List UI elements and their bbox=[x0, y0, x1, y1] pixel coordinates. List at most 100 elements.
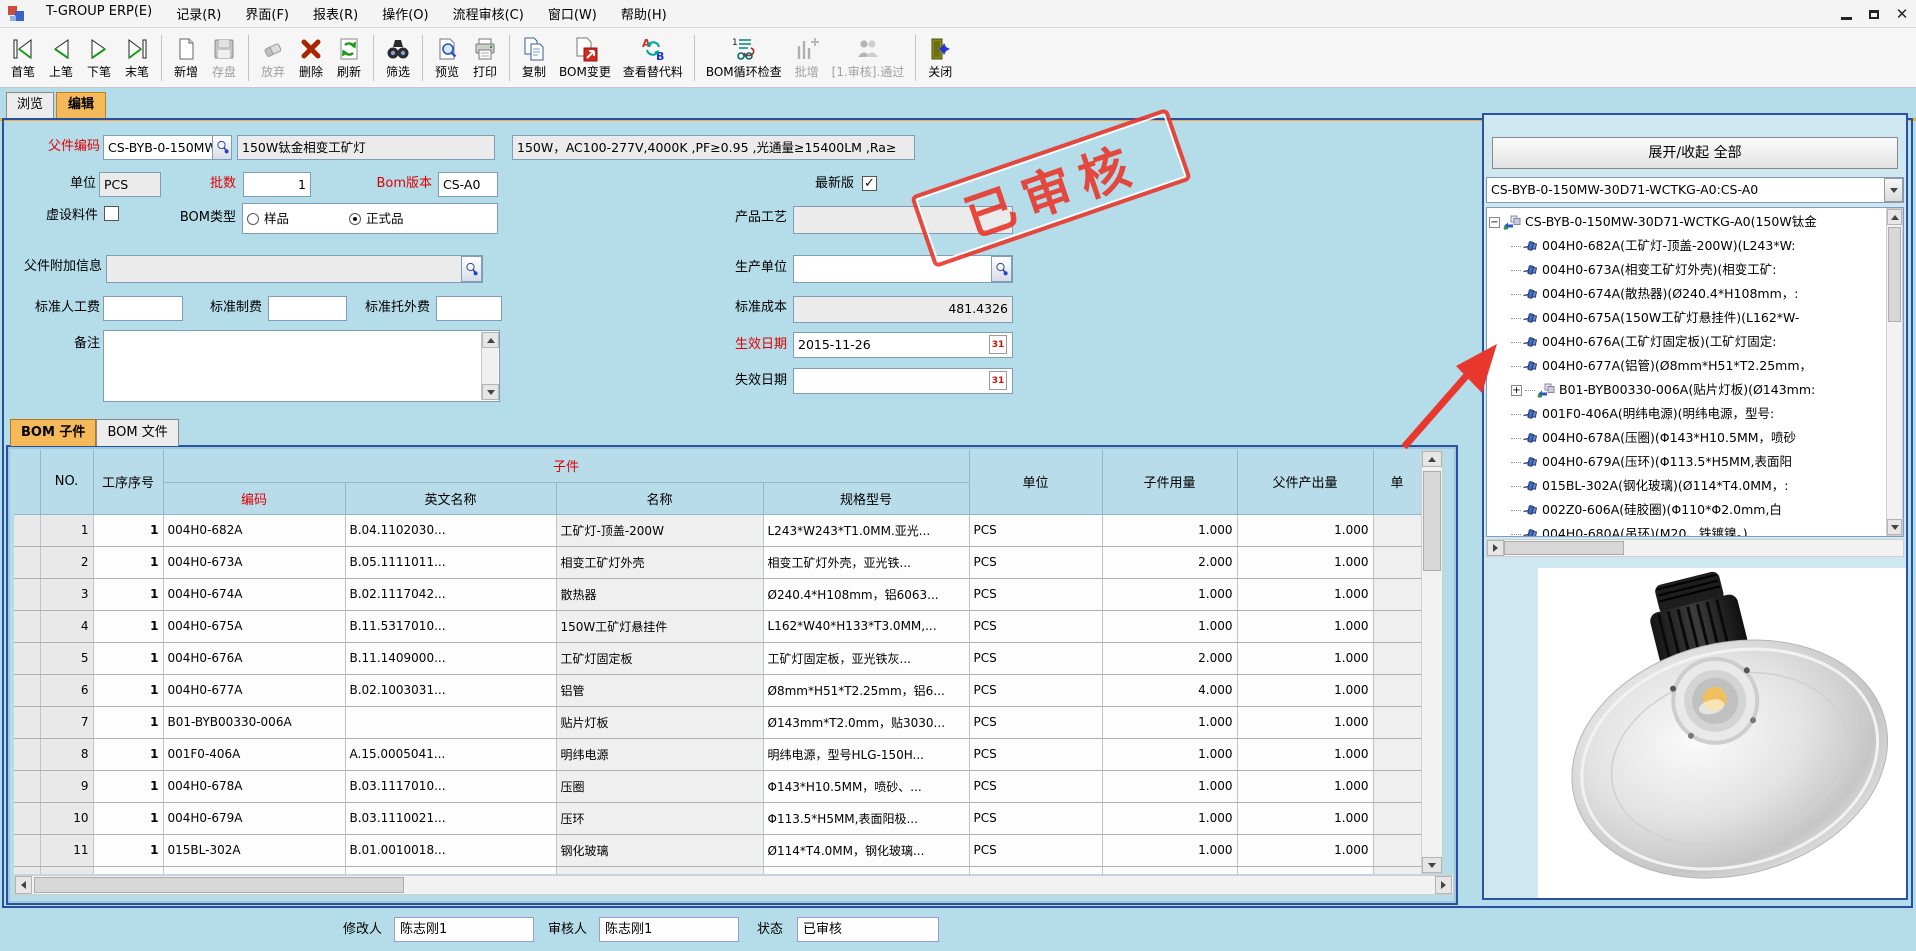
row-seq-cell[interactable]: 1 bbox=[93, 770, 163, 802]
row-spec-cell[interactable]: L162*W40*H133*T3.0MM,... bbox=[763, 610, 969, 642]
expire-date-field[interactable] bbox=[793, 368, 1013, 394]
row-parent-qty-cell[interactable]: 1.000 bbox=[1237, 610, 1373, 642]
tab-browse[interactable]: 浏览 bbox=[6, 92, 54, 118]
row-selector-cell[interactable] bbox=[14, 642, 40, 674]
scrollbar-thumb[interactable] bbox=[1423, 471, 1441, 571]
row-qty-cell[interactable]: 1.000 bbox=[1102, 802, 1237, 834]
row-extra-cell[interactable] bbox=[1373, 514, 1421, 546]
scroll-up-button[interactable] bbox=[1887, 209, 1902, 225]
row-name-cell[interactable]: 150W工矿灯悬挂件 bbox=[556, 610, 763, 642]
scroll-right-button[interactable] bbox=[1487, 540, 1504, 556]
row-spec-cell[interactable]: Φ113.5*H5MM,表面阳极... bbox=[763, 802, 969, 834]
scroll-left-button[interactable] bbox=[15, 876, 32, 894]
row-seq-cell[interactable]: 1 bbox=[93, 610, 163, 642]
minimize-button[interactable] bbox=[1838, 6, 1854, 22]
scroll-right-button[interactable] bbox=[1435, 876, 1452, 894]
row-extra-cell[interactable] bbox=[1373, 802, 1421, 834]
row-spec-cell[interactable]: L243*W243*T1.0MM.亚光... bbox=[763, 514, 969, 546]
toolbar-prev-button[interactable]: 上笔 bbox=[43, 30, 79, 86]
row-unit-cell[interactable]: PCS bbox=[969, 578, 1102, 610]
row-parent-qty-cell[interactable]: 1.000 bbox=[1237, 706, 1373, 738]
row-extra-cell[interactable] bbox=[1373, 866, 1421, 874]
table-row[interactable]: 10 1 004H0-679A B.03.1110021... 压环 Φ113.… bbox=[14, 802, 1421, 834]
row-selector-cell[interactable] bbox=[14, 706, 40, 738]
row-code-cell[interactable]: 004H0-679A bbox=[163, 802, 345, 834]
row-parent-qty-cell[interactable]: 1.000 bbox=[1237, 642, 1373, 674]
tree-node[interactable]: 002Z0-606A(硅胶圈)(Φ110*Φ2.0mm,白 bbox=[1489, 498, 1885, 522]
row-parent-qty-cell[interactable]: 1.000 bbox=[1237, 514, 1373, 546]
row-en-name-cell[interactable]: A.15.0005041... bbox=[345, 738, 556, 770]
row-name-cell[interactable]: 压圈 bbox=[556, 770, 763, 802]
row-seq-cell[interactable]: 1 bbox=[93, 802, 163, 834]
tree-node[interactable]: CS-BYB-0-150MW-30D71-WCTKG-A0(150W钛金 bbox=[1489, 210, 1885, 234]
row-spec-cell[interactable]: Ø143mm*T2.0mm，贴3030... bbox=[763, 706, 969, 738]
row-code-cell[interactable]: 004H0-673A bbox=[163, 546, 345, 578]
toolbar-close-button[interactable]: 关闭 bbox=[922, 30, 958, 86]
bom-type-formal-radio[interactable]: 正式品 bbox=[349, 211, 404, 226]
tree-node[interactable]: 004H0-673A(相变工矿灯外壳)(相变工矿: bbox=[1489, 258, 1885, 282]
toolbar-filter-button[interactable]: 筛选 bbox=[380, 30, 416, 86]
row-unit-cell[interactable]: PCS bbox=[969, 706, 1102, 738]
calendar-icon[interactable]: 31 bbox=[989, 371, 1007, 390]
outsource-cost-field[interactable] bbox=[436, 296, 502, 321]
row-spec-cell[interactable]: 明纬电源，型号HLG-150H... bbox=[763, 738, 969, 770]
row-unit-cell[interactable]: PCS bbox=[969, 866, 1102, 874]
mfg-cost-field[interactable] bbox=[268, 296, 347, 321]
row-en-name-cell[interactable]: B.03.1117010... bbox=[345, 770, 556, 802]
row-seq-cell[interactable]: 1 bbox=[93, 706, 163, 738]
row-seq-cell[interactable]: 1 bbox=[93, 738, 163, 770]
row-extra-cell[interactable] bbox=[1373, 738, 1421, 770]
row-selector-cell[interactable] bbox=[14, 514, 40, 546]
bom-version-dropdown[interactable]: CS-BYB-0-150MW-30D71-WCTKG-A0:CS-A0 bbox=[1486, 177, 1904, 203]
tree-node[interactable]: 001F0-406A(明纬电源)(明纬电源，型号: bbox=[1489, 402, 1885, 426]
toolbar-view-substitute-button[interactable]: AB 查看替代料 bbox=[618, 30, 688, 86]
tree-node[interactable]: 004H0-678A(压圈)(Φ143*H10.5MM，喷砂 bbox=[1489, 426, 1885, 450]
row-name-cell[interactable]: 钢化玻璃 bbox=[556, 834, 763, 866]
row-parent-qty-cell[interactable]: 1.000 bbox=[1237, 674, 1373, 706]
row-seq-cell[interactable]: 1 bbox=[93, 674, 163, 706]
row-code-cell[interactable]: 002Z0-606A bbox=[163, 866, 345, 874]
row-spec-cell[interactable]: Ø240.4*H108mm，铝6063... bbox=[763, 578, 969, 610]
toolbar-next-button[interactable]: 下笔 bbox=[81, 30, 117, 86]
row-name-cell[interactable]: 相变工矿灯外壳 bbox=[556, 546, 763, 578]
table-horizontal-scrollbar[interactable] bbox=[14, 875, 1454, 895]
row-unit-cell[interactable]: PCS bbox=[969, 834, 1102, 866]
table-row[interactable]: 7 1 B01-BYB00330-006A 贴片灯板 Ø143mm*T2.0mm… bbox=[14, 706, 1421, 738]
row-selector-cell[interactable] bbox=[14, 738, 40, 770]
calendar-icon[interactable]: 31 bbox=[989, 335, 1007, 354]
prod-unit-field[interactable] bbox=[793, 255, 1013, 283]
row-unit-cell[interactable]: PCS bbox=[969, 770, 1102, 802]
row-extra-cell[interactable] bbox=[1373, 706, 1421, 738]
toolbar-bom-change-button[interactable]: BOM变更 bbox=[554, 30, 616, 86]
row-unit-cell[interactable]: PCS bbox=[969, 802, 1102, 834]
tree-node[interactable]: 004H0-677A(铝管)(Ø8mm*H51*T2.25mm， bbox=[1489, 354, 1885, 378]
row-selector-cell[interactable] bbox=[14, 674, 40, 706]
table-row[interactable]: 12 1 002Z0-606A B.10.0540000... 硅胶圈 Φ110… bbox=[14, 866, 1421, 874]
row-unit-cell[interactable]: PCS bbox=[969, 674, 1102, 706]
row-unit-cell[interactable]: PCS bbox=[969, 642, 1102, 674]
scroll-up-button[interactable] bbox=[1422, 451, 1442, 467]
row-parent-qty-cell[interactable]: 1.000 bbox=[1237, 834, 1373, 866]
scroll-down-button[interactable] bbox=[1422, 857, 1442, 873]
row-extra-cell[interactable] bbox=[1373, 642, 1421, 674]
row-extra-cell[interactable] bbox=[1373, 578, 1421, 610]
row-qty-cell[interactable]: 2.000 bbox=[1102, 866, 1237, 874]
menu-item[interactable]: 记录(R) bbox=[164, 0, 233, 27]
row-en-name-cell[interactable]: B.03.1110021... bbox=[345, 802, 556, 834]
restore-button[interactable] bbox=[1866, 6, 1882, 22]
row-parent-qty-cell[interactable]: 1.000 bbox=[1237, 578, 1373, 610]
row-code-cell[interactable]: 004H0-675A bbox=[163, 610, 345, 642]
row-spec-cell[interactable]: 相变工矿灯外壳，亚光铁... bbox=[763, 546, 969, 578]
row-en-name-cell[interactable]: B.01.0010018... bbox=[345, 834, 556, 866]
scrollbar-thumb[interactable] bbox=[1888, 227, 1901, 322]
effective-date-field[interactable]: 2015-11-26 bbox=[793, 332, 1013, 358]
row-extra-cell[interactable] bbox=[1373, 770, 1421, 802]
row-qty-cell[interactable]: 2.000 bbox=[1102, 546, 1237, 578]
row-en-name-cell[interactable]: B.02.1117042... bbox=[345, 578, 556, 610]
row-selector-cell[interactable] bbox=[14, 802, 40, 834]
row-en-name-cell[interactable]: B.04.1102030... bbox=[345, 514, 556, 546]
expand-collapse-all-button[interactable]: 展开/收起 全部 bbox=[1492, 137, 1898, 169]
table-row[interactable]: 2 1 004H0-673A B.05.1111011... 相变工矿灯外壳 相… bbox=[14, 546, 1421, 578]
remarks-textarea[interactable] bbox=[103, 330, 500, 402]
row-code-cell[interactable]: 004H0-676A bbox=[163, 642, 345, 674]
